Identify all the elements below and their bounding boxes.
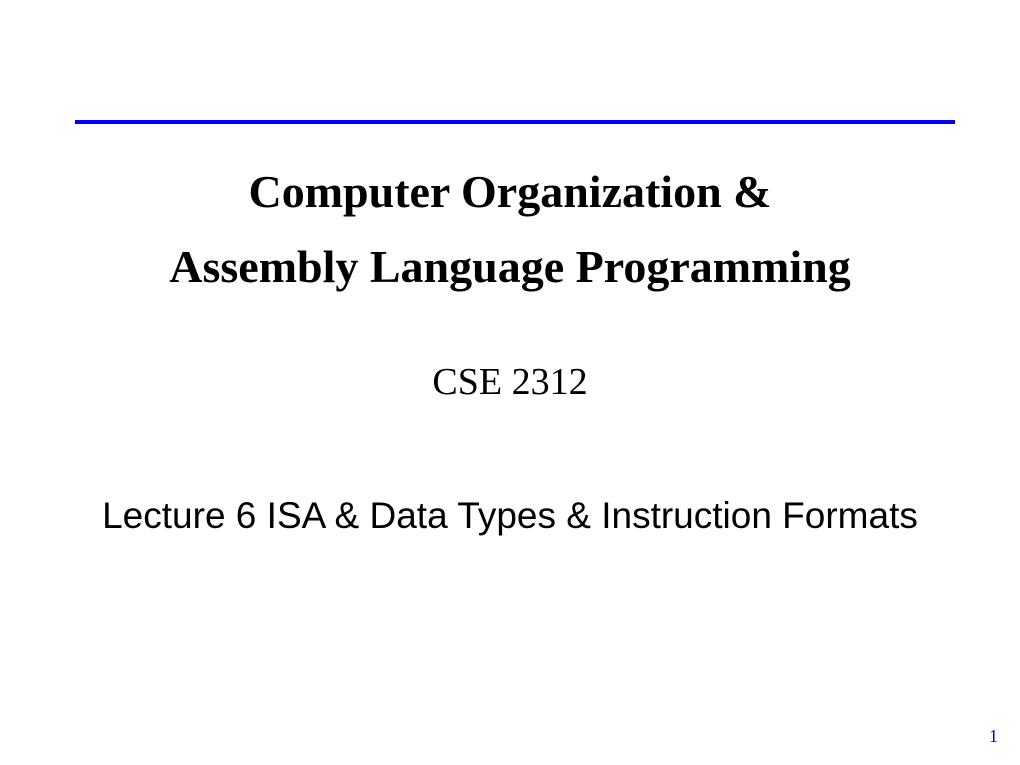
course-code: CSE 2312 xyxy=(0,360,1020,404)
slide-title-line-1: Computer Organization & xyxy=(0,165,1020,218)
page-number: 1 xyxy=(989,726,998,747)
slide-title-line-2: Assembly Language Programming xyxy=(0,240,1020,293)
lecture-title: Lecture 6 ISA & Data Types & Instruction… xyxy=(0,495,1020,537)
horizontal-divider xyxy=(75,120,955,124)
